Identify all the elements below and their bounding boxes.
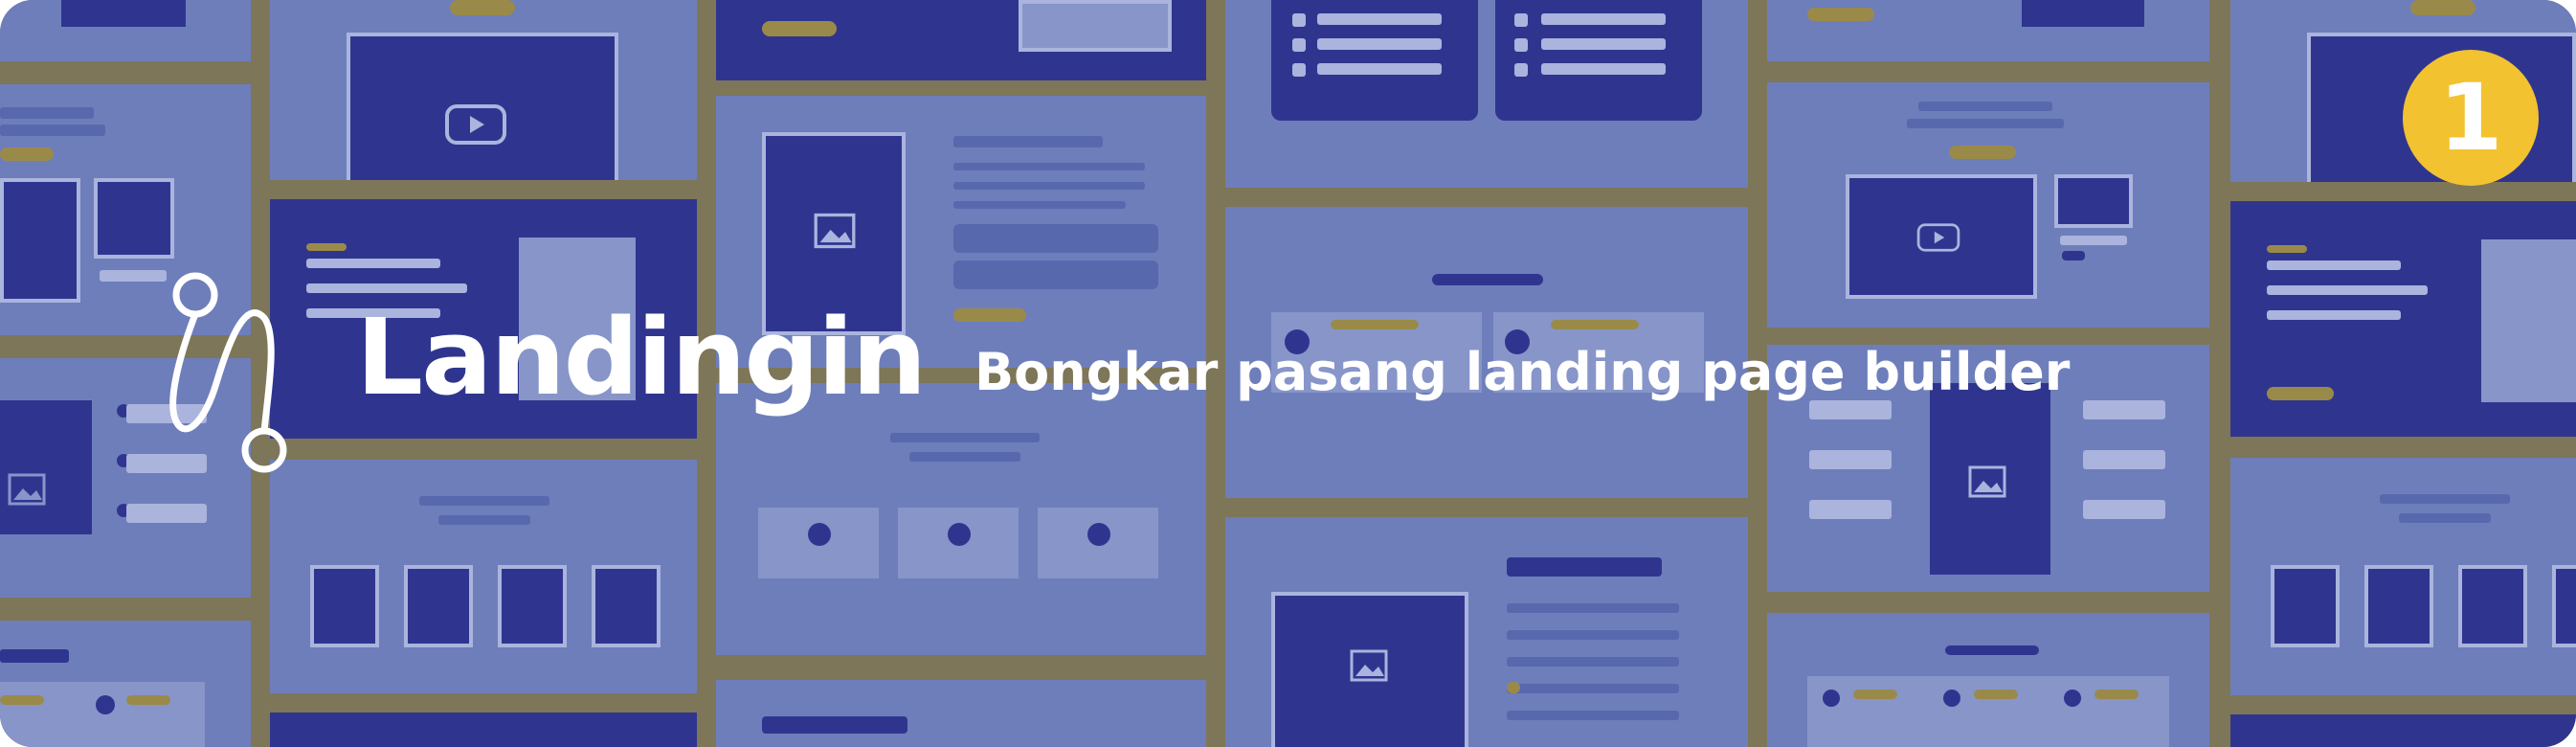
- wireframe-tile: [716, 0, 1206, 80]
- wireframe-tile: [270, 0, 697, 180]
- path-connector-icon: [163, 268, 297, 488]
- image-icon: [8, 473, 46, 506]
- wireframe-tile: [1767, 82, 2209, 328]
- wireframe-tile: [1225, 0, 1748, 188]
- brand-tagline: Bongkar pasang landing page builder: [974, 342, 2071, 402]
- wireframe-tile: [270, 713, 697, 747]
- image-icon: [1968, 465, 2006, 498]
- banner: Landingin Bongkar pasang landing page bu…: [0, 0, 2576, 747]
- wireframe-tile: [0, 0, 251, 61]
- play-icon: [444, 103, 507, 146]
- wireframe-tile: [0, 621, 251, 747]
- wireframe-tile: [2230, 714, 2576, 747]
- play-icon: [1916, 222, 1960, 253]
- wireframe-tile: [2230, 458, 2576, 695]
- brand-name: Landingin: [356, 296, 927, 419]
- image-icon: [814, 213, 856, 249]
- wireframe-tile: [716, 383, 1206, 655]
- wireframe-tile: [2230, 201, 2576, 437]
- wireframe-tile: [1225, 517, 1748, 747]
- wireframe-tile: [270, 460, 697, 693]
- wireframe-tile: [1767, 613, 2209, 747]
- image-icon: [1350, 649, 1388, 682]
- wireframe-tile: [1767, 0, 2209, 61]
- episode-number-badge: 1: [2403, 50, 2539, 186]
- wireframe-tile: [716, 680, 1206, 747]
